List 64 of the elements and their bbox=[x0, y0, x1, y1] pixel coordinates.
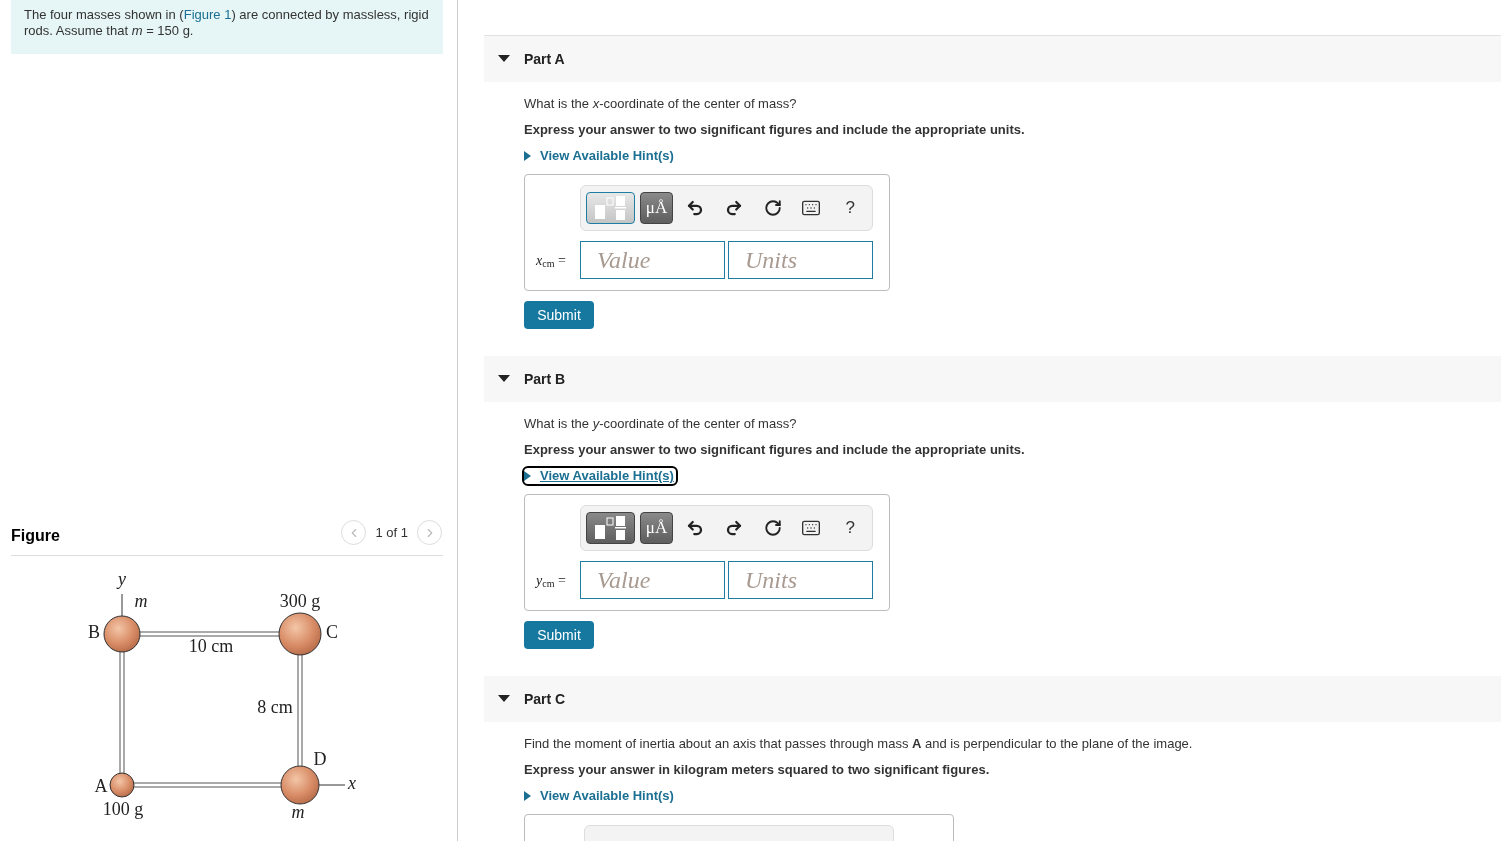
units-input[interactable]: Units bbox=[728, 561, 873, 599]
intro-text: The four masses shown in (Figure 1) are connected by massless, rigid rods. Assume that m = 150 g. bbox=[24, 7, 430, 39]
caret-icon bbox=[524, 471, 531, 481]
units-button[interactable]: μÅ bbox=[639, 512, 674, 544]
caret-icon bbox=[524, 151, 531, 161]
variable-label: x$_{cm}$ = bbox=[536, 251, 567, 271]
part-header[interactable]: Part A bbox=[484, 36, 1501, 82]
reset-icon bbox=[763, 199, 782, 217]
diagram-label: 300 g bbox=[279, 591, 321, 612]
submit-button[interactable]: Submit bbox=[524, 621, 594, 649]
undo-icon bbox=[686, 519, 705, 537]
figure-title: Figure bbox=[11, 526, 60, 546]
question-text: What is the y-coordinate of the center of mass? bbox=[524, 415, 797, 433]
instruction-text: Express your answer to two significant figures and include the appropriate units. bbox=[524, 121, 1025, 139]
template-button[interactable] bbox=[586, 192, 635, 224]
units-input[interactable]: Units bbox=[728, 241, 873, 279]
y-axis-line bbox=[121, 593, 123, 617]
hints-link[interactable]: View Available Hint(s) bbox=[524, 148, 674, 164]
diagram-label: C bbox=[326, 622, 338, 643]
instruction-text: Express your answer to two significant figures and include the appropriate units. bbox=[524, 441, 1025, 459]
redo-icon bbox=[724, 199, 743, 217]
diagram-label: y bbox=[118, 569, 126, 590]
keyboard-icon bbox=[801, 198, 822, 218]
diagram-label: B bbox=[88, 622, 100, 643]
part-title: Part B bbox=[524, 369, 566, 389]
part-title: Part C bbox=[524, 689, 566, 709]
caret-icon bbox=[524, 791, 531, 801]
sphere bbox=[278, 612, 322, 656]
diagram-label: m bbox=[291, 802, 305, 823]
figure-link[interactable]: Figure 1 bbox=[183, 7, 232, 22]
submit-button[interactable]: Submit bbox=[524, 301, 594, 329]
sphere bbox=[103, 615, 141, 653]
x-axis-line bbox=[318, 784, 346, 786]
diagram-label: 10 cm bbox=[188, 636, 234, 657]
variable-label: y$_{cm}$ = bbox=[536, 571, 567, 591]
help-button[interactable]: ? bbox=[833, 512, 868, 544]
diagram-label: 100 g bbox=[102, 799, 144, 820]
reset-icon bbox=[763, 519, 782, 537]
units-button[interactable]: μÅ bbox=[639, 192, 674, 224]
part-header[interactable]: Part C bbox=[484, 676, 1501, 722]
template-button[interactable] bbox=[586, 512, 635, 544]
hints-link[interactable]: View Available Hint(s) bbox=[524, 788, 674, 804]
value-input[interactable]: Value bbox=[580, 241, 725, 279]
question-text: Find the moment of inertia about an axis that passes through mass A and is perpendicular to the plane of the image. bbox=[524, 735, 1193, 753]
undo-icon bbox=[686, 199, 705, 217]
hints-link[interactable]: View Available Hint(s) bbox=[524, 468, 676, 484]
question-text: What is the x-coordinate of the center of mass? bbox=[524, 95, 797, 113]
part-header[interactable]: Part B bbox=[484, 356, 1501, 402]
diagram-label: D bbox=[313, 749, 327, 770]
diagram-label: x bbox=[348, 773, 356, 794]
instruction-text: Express your answer in kilogram meters squared to two significant figures. bbox=[524, 761, 990, 779]
sphere bbox=[280, 765, 320, 805]
template-icon bbox=[594, 515, 627, 541]
template-icon bbox=[594, 195, 627, 221]
diagram-label: 8 cm bbox=[257, 697, 293, 718]
help-button[interactable]: ? bbox=[833, 192, 868, 224]
diagram-label: m bbox=[134, 591, 148, 612]
diagram-label: A bbox=[94, 776, 108, 797]
redo-icon bbox=[724, 519, 743, 537]
value-input[interactable]: Value bbox=[580, 561, 725, 599]
keyboard-icon bbox=[801, 518, 822, 538]
part-title: Part A bbox=[524, 49, 565, 69]
figure-pager: 1 of 1 bbox=[375, 523, 408, 542]
sphere bbox=[109, 772, 135, 798]
